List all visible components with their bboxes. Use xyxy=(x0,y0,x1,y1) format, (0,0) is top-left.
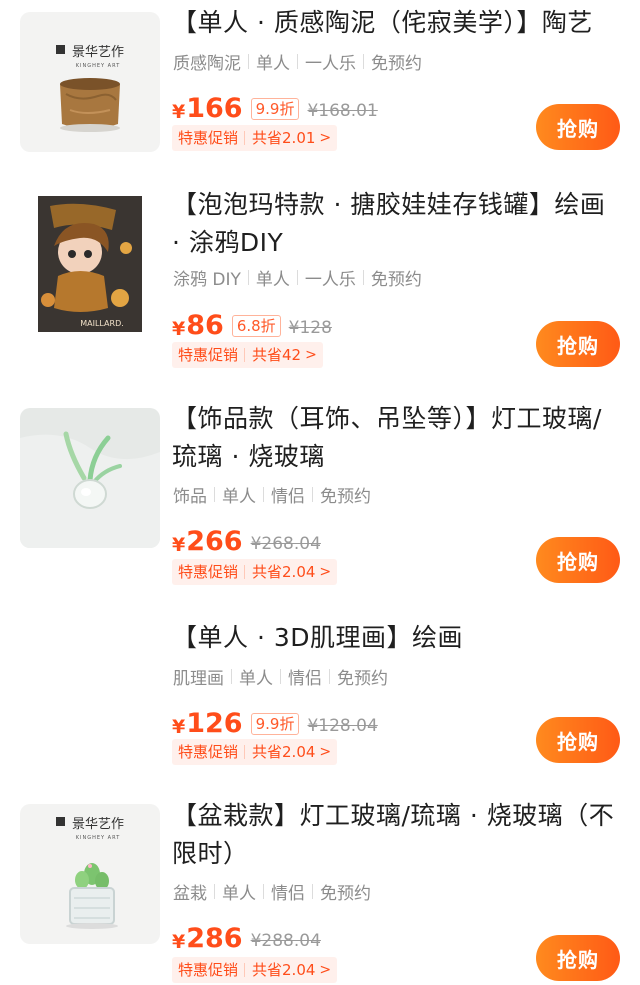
chevron-right-icon: > xyxy=(319,744,332,760)
tag: 免预约 xyxy=(370,269,422,290)
chevron-right-icon: > xyxy=(305,347,317,363)
glass-earring-image xyxy=(20,408,160,548)
product-title[interactable]: 【饰品款（耳饰、吊坠等）】灯工玻璃/琉璃 · 烧玻璃 xyxy=(172,400,620,476)
promo-savings: 共省42 xyxy=(252,346,302,364)
promo-label: 特惠促销 xyxy=(178,961,239,979)
currency-symbol: ¥ xyxy=(172,534,186,556)
tea-cup-image: 景华艺作 KINGHEY ART xyxy=(20,12,160,152)
price-row: ¥ 126 9.9折 ¥128.04 xyxy=(172,704,378,740)
tag: 涂鸦 DIY xyxy=(173,269,241,290)
tag: 肌理画 xyxy=(173,668,224,689)
promo-label: 特惠促销 xyxy=(178,346,239,364)
list-item[interactable]: 景华艺作 KINGHEY ART 【盆栽款】灯工玻璃/琉璃 · 烧玻璃（不限时）… xyxy=(0,780,640,985)
price-row: ¥ 286 ¥288.04 xyxy=(172,919,321,955)
original-price: ¥128 xyxy=(288,318,332,338)
product-tags: 肌理画 单人 情侣 免预约 xyxy=(173,663,388,689)
product-thumbnail-doll-bank[interactable]: MAILLARD. xyxy=(20,196,160,336)
logo-text: 景华艺作 xyxy=(72,817,124,832)
list-item[interactable]: MAILLARD. 【泡泡玛特款 · 搪胶娃娃存钱罐】绘画 · 涂鸦DIY 涂鸦… xyxy=(0,190,640,392)
chevron-right-icon: > xyxy=(319,962,332,978)
promo-badge[interactable]: 特惠促销 共省2.01 > xyxy=(172,125,338,151)
promo-label: 特惠促销 xyxy=(178,743,239,761)
buy-button[interactable]: 抢购 xyxy=(536,321,620,367)
price-row: ¥ 266 ¥268.04 xyxy=(172,522,321,558)
discount-badge: 9.9折 xyxy=(250,713,300,735)
product-title[interactable]: 【单人 · 质感陶泥（侘寂美学）】陶艺 xyxy=(172,4,620,42)
sale-price: 126 xyxy=(186,708,243,739)
chevron-right-icon: > xyxy=(319,564,332,580)
promo-savings: 共省2.04 xyxy=(252,961,316,979)
product-title[interactable]: 【泡泡玛特款 · 搪胶娃娃存钱罐】绘画 · 涂鸦DIY xyxy=(172,186,620,262)
promo-label: 特惠促销 xyxy=(178,129,239,147)
promo-label: 特惠促销 xyxy=(178,563,239,581)
tag: 情侣 xyxy=(271,486,305,507)
tag: 免预约 xyxy=(320,486,371,507)
tag: 盆栽 xyxy=(173,883,207,904)
list-item[interactable]: 【饰品款（耳饰、吊坠等）】灯工玻璃/琉璃 · 烧玻璃 饰品 单人 情侣 免预约 … xyxy=(0,392,640,596)
list-item[interactable]: 景华艺作 KINGHEY ART 【单人 · 质感陶泥（侘寂美学）】陶艺 质感陶… xyxy=(0,0,640,196)
tag: 免预约 xyxy=(371,53,422,74)
price-row: ¥ 86 6.8折 ¥128 xyxy=(172,306,332,342)
tag: 情侣 xyxy=(288,668,322,689)
chevron-right-icon: > xyxy=(319,130,332,146)
product-thumbnail-glass-earring[interactable] xyxy=(20,408,160,548)
original-price: ¥168.01 xyxy=(307,101,378,121)
promo-badge[interactable]: 特惠促销 共省2.04 > xyxy=(172,559,338,585)
logo-sub-text: KINGHEY ART xyxy=(76,63,121,69)
product-thumbnail-tea-cup[interactable]: 景华艺作 KINGHEY ART xyxy=(20,12,160,152)
discount-badge: 6.8折 xyxy=(231,315,281,337)
product-tags: 盆栽 单人 情侣 免预约 xyxy=(173,878,371,904)
logo-text: 景华艺作 xyxy=(72,45,124,60)
doll-bank-image: MAILLARD. xyxy=(20,196,160,336)
image-brand-text: MAILLARD. xyxy=(80,319,124,328)
tag: 单人 xyxy=(256,53,290,74)
original-price: ¥268.04 xyxy=(250,534,321,554)
sale-price: 286 xyxy=(186,923,243,954)
promo-savings: 共省2.04 xyxy=(252,563,316,581)
promo-savings: 共省2.04 xyxy=(252,743,316,761)
currency-symbol: ¥ xyxy=(172,101,186,123)
sale-price: 86 xyxy=(186,310,224,341)
tag: 一人乐 xyxy=(304,269,356,290)
promo-badge[interactable]: 特惠促销 共省2.04 > xyxy=(172,739,338,765)
tag: 一人乐 xyxy=(305,53,356,74)
tag: 单人 xyxy=(222,486,256,507)
promo-savings: 共省2.01 xyxy=(252,129,316,147)
tag: 饰品 xyxy=(173,486,207,507)
original-price: ¥288.04 xyxy=(250,931,321,951)
tag: 单人 xyxy=(239,668,273,689)
logo-sub-text: KINGHEY ART xyxy=(76,835,121,841)
discount-badge: 9.9折 xyxy=(250,98,300,120)
list-item[interactable]: 【单人 · 3D肌理画】绘画 肌理画 单人 情侣 免预约 ¥ 126 9.9折 … xyxy=(0,596,640,780)
tag: 质感陶泥 xyxy=(173,53,241,74)
buy-button[interactable]: 抢购 xyxy=(536,537,620,583)
tag: 免预约 xyxy=(337,668,388,689)
glass-plant-image: 景华艺作 KINGHEY ART xyxy=(20,804,160,944)
sale-price: 266 xyxy=(186,526,243,557)
buy-button[interactable]: 抢购 xyxy=(536,717,620,763)
product-thumbnail-glass-plant[interactable]: 景华艺作 KINGHEY ART xyxy=(20,804,160,944)
currency-symbol: ¥ xyxy=(172,318,186,340)
buy-button[interactable]: 抢购 xyxy=(536,935,620,981)
product-list: 景华艺作 KINGHEY ART 【单人 · 质感陶泥（侘寂美学）】陶艺 质感陶… xyxy=(0,0,640,985)
buy-button[interactable]: 抢购 xyxy=(536,104,620,150)
tag: 免预约 xyxy=(320,883,371,904)
tag: 单人 xyxy=(222,883,256,904)
currency-symbol: ¥ xyxy=(172,931,186,953)
promo-badge[interactable]: 特惠促销 共省42 > xyxy=(172,342,323,368)
sale-price: 166 xyxy=(186,93,243,124)
original-price: ¥128.04 xyxy=(307,716,378,736)
tag: 情侣 xyxy=(271,883,305,904)
product-title[interactable]: 【盆栽款】灯工玻璃/琉璃 · 烧玻璃（不限时） xyxy=(172,797,620,873)
product-tags: 涂鸦 DIY 单人 一人乐 免预约 xyxy=(173,264,422,290)
product-tags: 饰品 单人 情侣 免预约 xyxy=(173,481,371,507)
tag: 单人 xyxy=(255,269,290,290)
product-title[interactable]: 【单人 · 3D肌理画】绘画 xyxy=(172,619,620,657)
currency-symbol: ¥ xyxy=(172,716,186,738)
promo-badge[interactable]: 特惠促销 共省2.04 > xyxy=(172,957,338,983)
price-row: ¥ 166 9.9折 ¥168.01 xyxy=(172,89,378,125)
product-tags: 质感陶泥 单人 一人乐 免预约 xyxy=(173,48,422,74)
